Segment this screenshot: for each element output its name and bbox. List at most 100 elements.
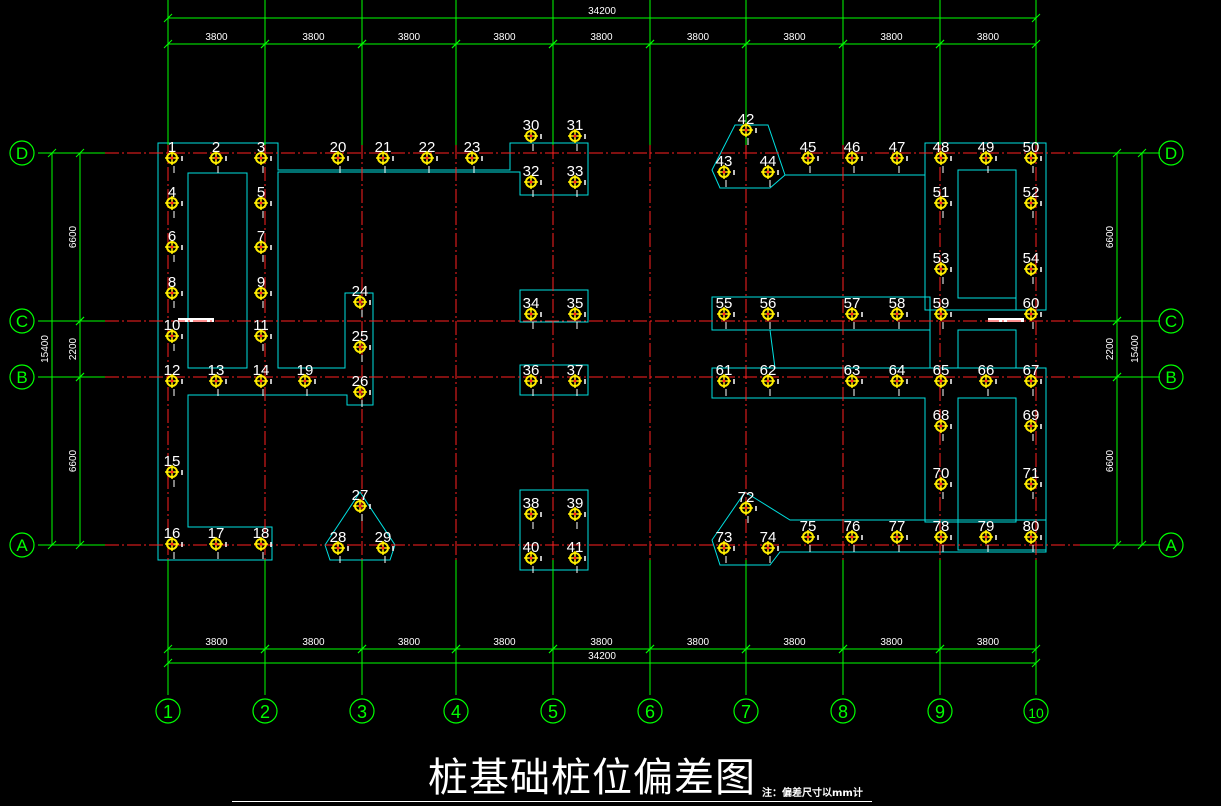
axis-label-col: 4 [451, 702, 461, 722]
pile-number: 54 [1023, 250, 1040, 267]
pile-markers: 1 2 3 20 21 22 2330 3132 334 56 78 910 11242534 3512 1… [164, 111, 1042, 573]
pile-number: 38 [523, 495, 540, 512]
pile-center [259, 334, 263, 338]
pile-center [214, 542, 218, 546]
axis-grid [38, 0, 1160, 695]
axis-label-row: D [1165, 144, 1177, 163]
pile-center [939, 156, 943, 160]
axis-label-col: 8 [838, 702, 848, 722]
pile-center [1029, 267, 1033, 271]
pile-55: 55 [716, 295, 735, 329]
pile-cap-outline-2 [187, 172, 248, 369]
pile-number: 65 [933, 362, 950, 379]
pile-number: 34 [523, 295, 540, 312]
pile-center [744, 506, 748, 510]
pile-number: 25 [352, 328, 369, 345]
pile-18: 18 [253, 525, 272, 559]
dim-bottom-bay-6-label: 3800 [687, 637, 710, 648]
dim-bottom-bay-7-label: 3800 [783, 637, 806, 648]
pile-number: 8 [168, 274, 176, 291]
pile-13: 13 [208, 362, 227, 396]
pile-center [358, 390, 362, 394]
pile-center [1029, 535, 1033, 539]
pile-center [984, 156, 988, 160]
pile-center [1029, 156, 1033, 160]
pile-center [170, 291, 174, 295]
pile-center [1029, 201, 1033, 205]
axis-label-row: B [1165, 368, 1176, 387]
pile-11: 11 [253, 317, 272, 351]
axis-label-col: 9 [935, 702, 945, 722]
pile-34: 34 [523, 295, 542, 329]
pile-number: 59 [933, 295, 950, 312]
pile-58: 58 [889, 295, 908, 329]
pile-number: 1 [168, 139, 176, 156]
pile-number: 69 [1023, 407, 1040, 424]
pile-center [850, 312, 854, 316]
pile-61: 61 [716, 362, 735, 396]
drawing-title: 桩基础桩位偏差图 [428, 755, 756, 801]
pile-center [259, 201, 263, 205]
pile-48: 48 [933, 139, 952, 173]
pile-number: 53 [933, 250, 950, 267]
pile-center [939, 424, 943, 428]
pile-number: 26 [352, 373, 369, 390]
pile-62: 62 [760, 362, 779, 396]
pile-44: 44 [760, 153, 779, 187]
pile-54: 54 [1023, 250, 1042, 284]
pile-center [529, 312, 533, 316]
pile-number: 78 [933, 518, 950, 535]
pile-center [259, 542, 263, 546]
axis-label-row: C [1165, 312, 1177, 331]
pile-17: 17 [208, 525, 227, 559]
pile-center [850, 156, 854, 160]
pile-number: 2 [212, 139, 220, 156]
pile-number: 45 [800, 139, 817, 156]
pile-number: 5 [257, 184, 265, 201]
pile-number: 19 [297, 362, 314, 379]
pile-center [1029, 424, 1033, 428]
pile-number: 30 [523, 117, 540, 134]
pile-center [766, 170, 770, 174]
pile-23: 23 [464, 139, 483, 173]
pile-center [336, 156, 340, 160]
pile-center [939, 201, 943, 205]
pile-51: 51 [933, 184, 952, 218]
pile-number: 17 [208, 525, 225, 542]
axis-label-col: 5 [548, 702, 558, 722]
pile-number: 35 [567, 295, 584, 312]
pile-number: 29 [375, 529, 392, 546]
pile-35: 35 [567, 295, 586, 329]
pile-center [895, 156, 899, 160]
pile-center [573, 512, 577, 516]
pile-number: 21 [375, 139, 392, 156]
pile-number: 68 [933, 407, 950, 424]
pile-center [766, 379, 770, 383]
pile-75: 75 [800, 518, 819, 552]
dim-bottom-bay-8-label: 3800 [880, 637, 903, 648]
pile-center [470, 156, 474, 160]
pile-9: 9 [254, 274, 272, 308]
pile-center [529, 512, 533, 516]
pile-number: 64 [889, 362, 906, 379]
dim-right-bc-label: 2200 [1105, 337, 1116, 360]
pile-number: 15 [164, 453, 181, 470]
dim-top-bay-8-label: 3800 [880, 32, 903, 43]
pile-number: 36 [523, 362, 540, 379]
pile-number: 63 [844, 362, 861, 379]
pile-number: 11 [253, 317, 269, 334]
pile-49: 49 [978, 139, 997, 173]
pile-center [573, 556, 577, 560]
pile-28: 28 [330, 529, 349, 563]
pile-65: 65 [933, 362, 952, 396]
pile-center [381, 156, 385, 160]
pile-number: 52 [1023, 184, 1040, 201]
pile-number: 46 [844, 139, 861, 156]
pile-number: 14 [253, 362, 270, 379]
pile-number: 66 [978, 362, 995, 379]
pile-number: 33 [567, 163, 584, 180]
pile-center [573, 134, 577, 138]
pile-15: 15 [164, 453, 183, 487]
pile-53: 53 [933, 250, 952, 284]
pile-center [381, 546, 385, 550]
